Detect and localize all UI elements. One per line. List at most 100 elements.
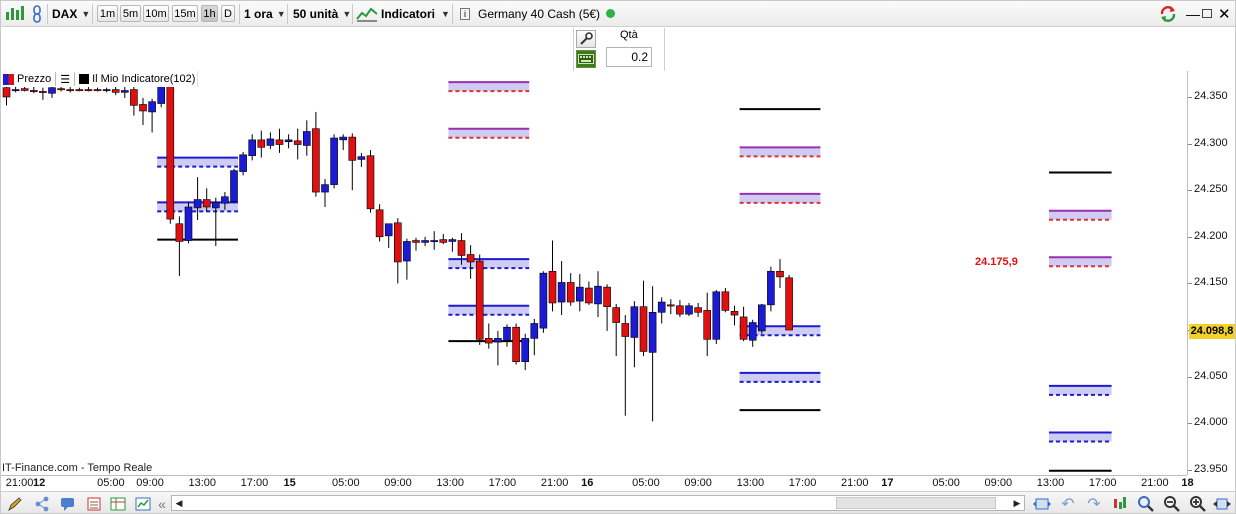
fit-width-button[interactable] (1213, 495, 1231, 512)
candle-body (11, 89, 20, 92)
candle-body (312, 128, 320, 193)
price-axis[interactable]: 24.35024.30024.25024.20024.15024.10024.0… (1187, 71, 1235, 475)
time-axis[interactable]: 21:00 12 05:00 09:00 13:00 17:00 15 05:00 09:00 1… (1, 475, 1194, 491)
autoscale-icon (1114, 496, 1126, 509)
chevron-down-icon: ▼ (276, 8, 286, 19)
units-label: 50 unità (293, 6, 339, 21)
scroll-right-button[interactable]: ▶ (1010, 496, 1024, 510)
time-tick-label: 17 (881, 477, 894, 489)
chart-window-button[interactable] (134, 495, 152, 512)
candle-body (157, 86, 165, 104)
range-icon (1033, 498, 1051, 509)
candle-body (521, 338, 530, 362)
candle-body (375, 209, 384, 238)
comment-button[interactable] (59, 495, 77, 512)
candle-body (93, 89, 102, 92)
bottom-toolbar: « ◀ ▶ ↶ ↷ (1, 491, 1235, 513)
candle-body (448, 239, 457, 242)
candle-body (603, 286, 611, 308)
candle-body (221, 196, 229, 204)
refresh-icon (1160, 5, 1176, 22)
demo-badge[interactable] (4, 3, 26, 24)
redo-button[interactable]: ↷ (1085, 495, 1103, 513)
symbol-selector[interactable]: DAX ▼ (52, 3, 90, 24)
timeframe-5m[interactable]: 5m (120, 5, 141, 22)
candle-body (457, 240, 466, 256)
autoscale-button[interactable] (1111, 495, 1129, 512)
price-tick-label: 24.350 (1194, 90, 1228, 102)
refresh-button[interactable] (1158, 3, 1180, 24)
zoom-out-button[interactable] (1163, 495, 1181, 512)
chart-scrollbar[interactable]: ◀ ▶ (171, 495, 1025, 511)
timeframe-10m[interactable]: 10m (143, 5, 169, 22)
list-icon[interactable]: ☰ (60, 73, 70, 86)
keyboard-button[interactable] (576, 50, 596, 68)
chevron-down-icon: ▼ (342, 8, 352, 19)
zoom-range-button[interactable] (1033, 495, 1051, 512)
close-button[interactable]: ✕ (1218, 3, 1231, 24)
chain-link-icon (33, 4, 41, 23)
candle-body (739, 316, 748, 340)
candle-body (539, 272, 548, 329)
toolbar: DAX ▼ 1m 5m 10m 15m 1h D 1 ora ▼ 50 unit… (1, 1, 1235, 27)
indicators-dropdown[interactable]: ▼ (437, 3, 450, 24)
candle-body (403, 241, 411, 262)
timeframe-1m[interactable]: 1m (97, 5, 118, 22)
indicator-legend-label[interactable]: Il Mio Indicatore(102) (92, 73, 197, 85)
candle-body (29, 90, 38, 92)
price-tick-label: 24.150 (1194, 276, 1228, 289)
candle-body (721, 291, 730, 311)
interval-selector[interactable]: 1 ora ▼ (244, 3, 286, 24)
scroll-left-button[interactable]: ◀ (172, 496, 186, 510)
scroll-to-start-button[interactable]: « (153, 495, 171, 512)
data-table-button[interactable] (109, 495, 127, 512)
undo-button[interactable]: ↶ (1059, 495, 1077, 513)
price-tick-label: 24.200 (1194, 229, 1228, 242)
double-chevron-left-icon: « (158, 495, 166, 512)
indicators-label: Indicatori (381, 6, 436, 21)
level-band (739, 372, 821, 382)
candle-body (84, 89, 93, 92)
candle-body (148, 101, 156, 113)
candle-body (757, 304, 766, 332)
chevron-down-icon: ▼ (81, 8, 91, 19)
minimize-button[interactable]: — (1186, 3, 1200, 24)
arrow-left-icon: ◀ (175, 497, 183, 508)
units-selector[interactable]: 50 unità ▼ (293, 3, 351, 24)
candle-body (330, 137, 338, 185)
timeframe-d[interactable]: D (221, 5, 235, 22)
indicators-icon (356, 7, 378, 22)
candle-body (366, 155, 375, 210)
price-legend-label[interactable]: Prezzo (17, 73, 51, 85)
level-band (448, 128, 530, 138)
indicators-button[interactable]: Indicatori (356, 3, 435, 24)
candle-body (557, 282, 566, 303)
zoom-tool-button[interactable] (1137, 495, 1155, 512)
price-series-swatch (3, 73, 14, 85)
candle-body (785, 277, 793, 331)
candle-body (166, 86, 175, 220)
time-tick-label: 12 (33, 477, 46, 489)
drawing-tool-button[interactable] (6, 495, 24, 512)
link-icon[interactable] (31, 3, 45, 24)
price-chart[interactable]: 24.175,9 IT-Finance.com - Tempo Reale (1, 71, 1187, 475)
zoom-in-button[interactable] (1189, 495, 1207, 512)
level-band (448, 82, 530, 92)
list-view-button[interactable] (85, 495, 103, 512)
minimize-icon: — (1186, 5, 1200, 22)
price-tick-label: 24.300 (1194, 136, 1228, 149)
candle-body (175, 223, 184, 242)
instrument-info[interactable]: i Germany 40 Cash (5€) (460, 3, 616, 24)
time-tick-label: 09:00 (136, 477, 164, 489)
candle-body (321, 184, 329, 193)
price-annotation: 24.175,9 (975, 256, 1018, 268)
time-tick-label: 05:00 (632, 477, 660, 489)
timeframe-1h[interactable]: 1h (201, 5, 218, 22)
timeframe-15m[interactable]: 15m (172, 5, 198, 22)
candle-body (2, 87, 11, 98)
qty-input[interactable] (606, 47, 652, 67)
order-settings-button[interactable] (576, 30, 596, 48)
scrollbar-thumb[interactable] (836, 497, 996, 509)
maximize-button[interactable] (1202, 3, 1214, 24)
share-button[interactable] (33, 495, 51, 512)
